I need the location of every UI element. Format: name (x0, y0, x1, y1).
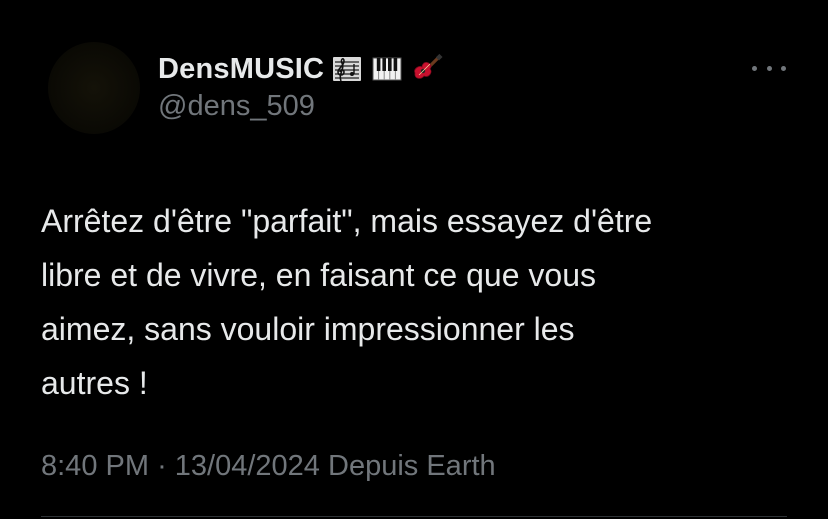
tweet-meta: 8:40 PM · 13/04/2024 Depuis Earth (41, 450, 496, 483)
tweet-text-line: aimez, sans vouloir impressionner les (41, 311, 575, 347)
more-dot-icon (766, 65, 772, 71)
tweet-text: Arrêtez d'être "parfait", mais essayez d… (41, 194, 801, 410)
tweet-text-line: autres ! (41, 365, 148, 401)
divider (41, 516, 787, 517)
meta-separator: · (157, 450, 167, 482)
tweet-card: DensMUSIC @dens_509 Arrêtez d'être "parf… (0, 0, 828, 519)
more-dot-icon (781, 65, 786, 71)
avatar[interactable] (48, 42, 140, 134)
display-name[interactable]: DensMUSIC (158, 53, 324, 86)
more-options-icon[interactable] (752, 60, 786, 76)
more-dot-icon (752, 65, 757, 71)
author-handle[interactable]: @dens_509 (158, 90, 315, 123)
tweet-source: Depuis Earth (328, 450, 496, 482)
musical-score-icon (330, 52, 364, 86)
author-name-row: DensMUSIC (158, 50, 444, 88)
piano-keys-icon (370, 52, 404, 86)
tweet-date[interactable]: 13/04/2024 (175, 450, 320, 482)
tweet-time[interactable]: 8:40 PM (41, 450, 149, 482)
tweet-text-line: Arrêtez d'être "parfait", mais essayez d… (41, 203, 653, 239)
tweet-text-line: libre et de vivre, en faisant ce que vou… (41, 257, 596, 293)
guitar-icon (410, 52, 444, 86)
